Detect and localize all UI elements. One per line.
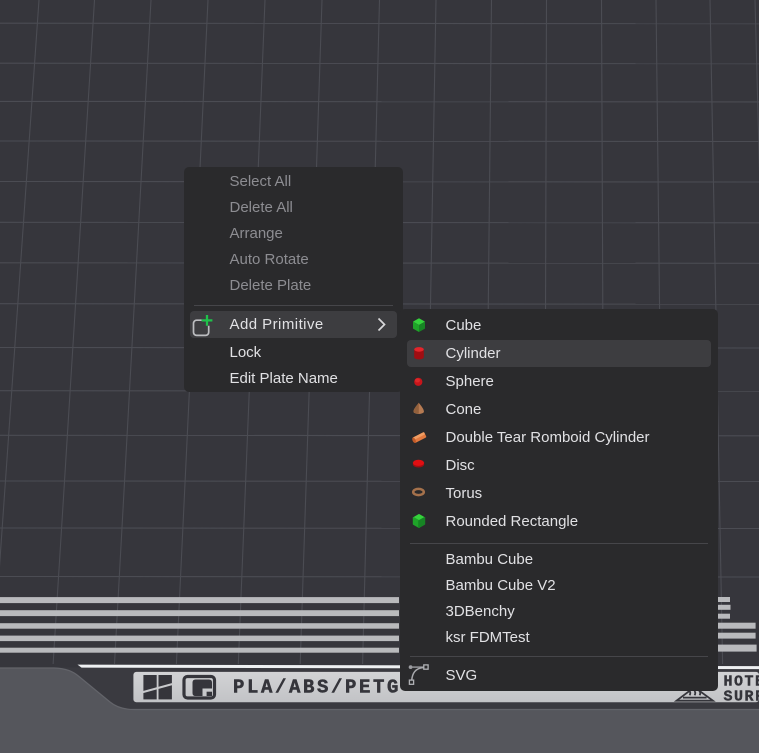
svg-text:SURF: SURF	[724, 688, 759, 705]
svg-text:PLA/ABS/PETG: PLA/ABS/PETG	[233, 677, 401, 699]
